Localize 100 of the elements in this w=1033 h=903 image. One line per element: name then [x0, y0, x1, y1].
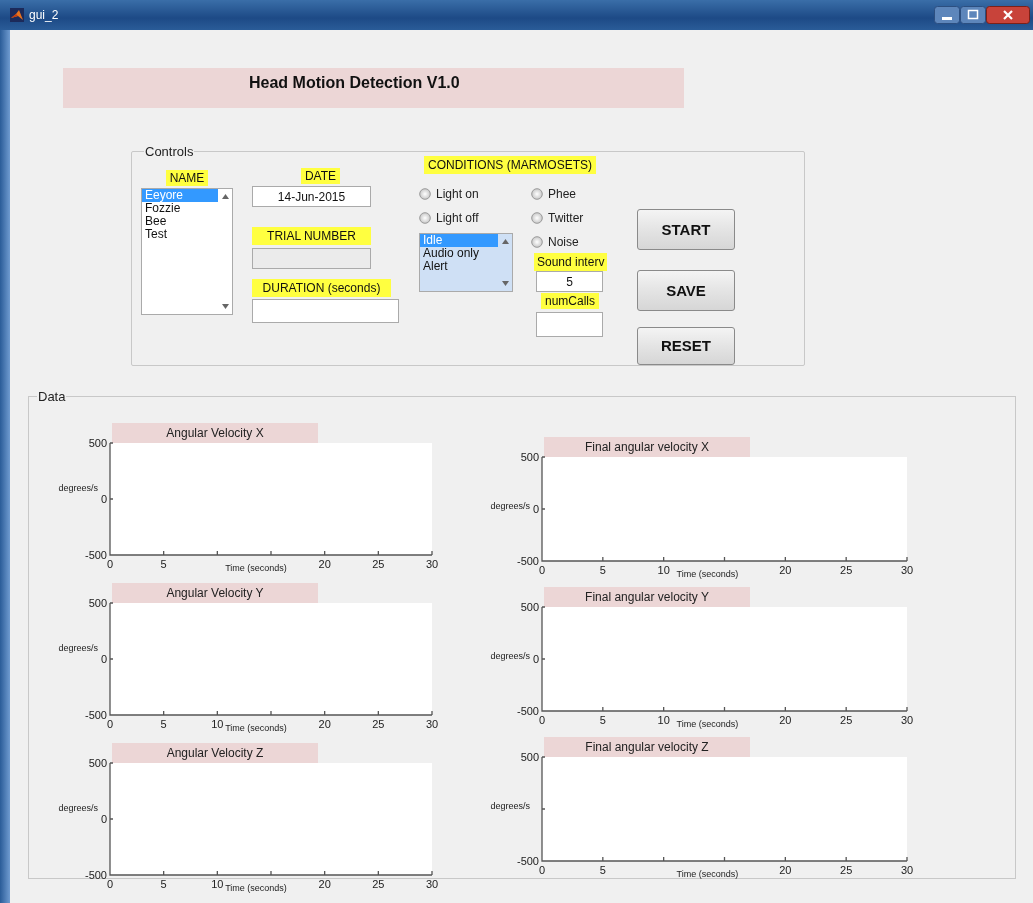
- tick-label: 25: [840, 714, 853, 726]
- chart-title: Angular Velocity Y: [166, 586, 264, 600]
- field-label: TRIAL NUMBER: [252, 227, 371, 245]
- field-label: NAME: [165, 170, 209, 186]
- axis-label: Time (seconds): [676, 869, 739, 879]
- tick-label: 5: [160, 558, 167, 570]
- tick-label: 25: [372, 718, 385, 730]
- chart-title: Final angular velocity Y: [585, 590, 709, 604]
- tick-label: 20: [318, 718, 331, 730]
- tick-label: 0: [100, 653, 107, 665]
- input-field[interactable]: [536, 312, 603, 337]
- tick-label: -500: [84, 549, 107, 561]
- tick-label: 10: [211, 718, 224, 730]
- tick-label: -500: [516, 855, 539, 867]
- chart-title: Final angular velocity X: [584, 440, 710, 454]
- axis-label: degrees/s: [58, 803, 98, 813]
- tick-label: 25: [372, 558, 385, 570]
- tick-label: 0: [538, 564, 546, 576]
- radio-button[interactable]: [531, 188, 543, 200]
- field-label: Sound interv: [534, 253, 608, 271]
- tick-label: 30: [900, 564, 914, 576]
- chart-title: Final angular velocity Z: [585, 740, 709, 754]
- panel-title: Controls: [144, 144, 195, 159]
- radio-button[interactable]: [531, 212, 543, 224]
- axis-label: degrees/s: [58, 483, 98, 493]
- tick-label: 500: [88, 437, 107, 449]
- scroll-up-icon[interactable]: [501, 239, 509, 244]
- tick-label: 20: [318, 878, 331, 890]
- app-icon: [10, 8, 24, 22]
- scroll-down-icon[interactable]: [221, 304, 229, 309]
- plot-title: Angular Velocity Y: [112, 583, 318, 603]
- tick-label: 0: [100, 813, 107, 825]
- chart-title: Angular Velocity X: [166, 426, 264, 440]
- field-label: DURATION (seconds): [252, 279, 391, 297]
- maximize-button[interactable]: [960, 6, 986, 24]
- tick-label: 20: [779, 864, 792, 876]
- date-field[interactable]: 14-Jun-2015: [252, 186, 371, 207]
- tick-label: 0: [532, 503, 539, 515]
- tick-label: 30: [425, 878, 439, 890]
- tick-label: -500: [516, 555, 539, 567]
- plot-title: Final angular velocity X: [544, 437, 750, 457]
- list-item[interactable]: Fozzie: [142, 202, 218, 215]
- radio-button[interactable]: [419, 188, 431, 200]
- tick-label: 30: [425, 558, 439, 570]
- radio-option[interactable]: Light off: [419, 206, 513, 230]
- list-box[interactable]: Idle Audio only Alert: [419, 233, 513, 292]
- app-title: Head Motion Detection V1.0: [63, 68, 684, 108]
- list-item[interactable]: Audio only: [420, 247, 498, 260]
- radio-option[interactable]: Noise: [531, 230, 579, 254]
- tick-label: 20: [779, 564, 792, 576]
- tick-label: -500: [516, 705, 539, 717]
- tick-label: 5: [599, 864, 606, 876]
- scroll-down-icon[interactable]: [501, 281, 509, 286]
- action-button[interactable]: RESET: [637, 326, 735, 365]
- list-item[interactable]: Alert: [420, 260, 498, 273]
- list-item[interactable]: Bee: [142, 215, 218, 228]
- field-label: DATE: [300, 168, 341, 184]
- tick-label: 25: [372, 878, 385, 890]
- tick-label: 10: [657, 714, 670, 726]
- tick-label: -500: [84, 869, 107, 881]
- tick-label: 0: [106, 718, 114, 730]
- radio-button[interactable]: [531, 236, 543, 248]
- radio-option[interactable]: Light on: [419, 182, 513, 206]
- axis-label: Time (seconds): [225, 563, 287, 573]
- axis-label: degrees/s: [58, 643, 98, 653]
- tick-label: 5: [160, 878, 167, 890]
- radio-button[interactable]: [419, 212, 431, 224]
- minimize-button[interactable]: [934, 6, 960, 24]
- list-item[interactable]: Test: [142, 228, 218, 241]
- field-label: numCalls: [541, 293, 599, 309]
- window-title: gui_2: [29, 8, 59, 22]
- axis-label: degrees/s: [490, 801, 530, 811]
- tick-label: 20: [779, 714, 792, 726]
- tick-label: 500: [520, 451, 539, 463]
- tick-label: 5: [160, 718, 167, 730]
- tick-label: -500: [84, 709, 107, 721]
- tick-label: 30: [425, 718, 439, 730]
- action-button[interactable]: START: [637, 209, 735, 250]
- group-label: CONDITIONS (MARMOSETS): [424, 156, 596, 174]
- plot-title: Angular Velocity Z: [112, 743, 318, 763]
- tick-label: 5: [599, 714, 606, 726]
- tick-label: 5: [599, 564, 606, 576]
- tick-label: 10: [657, 564, 670, 576]
- plot-title: Final angular velocity Y: [544, 587, 750, 607]
- radio-option[interactable]: Phee: [531, 182, 577, 206]
- radio-option[interactable]: Twitter: [531, 206, 584, 230]
- tick-label: 0: [538, 864, 546, 876]
- list-box[interactable]: Eeyore Fozzie Bee Test: [141, 188, 233, 315]
- axis-label: Time (seconds): [676, 719, 739, 729]
- chart-title: Angular Velocity Z: [166, 746, 264, 760]
- action-button[interactable]: SAVE: [637, 269, 735, 311]
- tick-label: 0: [532, 653, 539, 665]
- scroll-up-icon[interactable]: [221, 194, 229, 199]
- tick-label: 500: [88, 597, 107, 609]
- tick-label: 25: [840, 864, 853, 876]
- input-field[interactable]: 5: [536, 271, 603, 292]
- plot-title: Final angular velocity Z: [544, 737, 750, 757]
- close-button[interactable]: [986, 6, 1030, 24]
- axis-label: degrees/s: [490, 501, 530, 511]
- input-field[interactable]: [252, 299, 399, 323]
